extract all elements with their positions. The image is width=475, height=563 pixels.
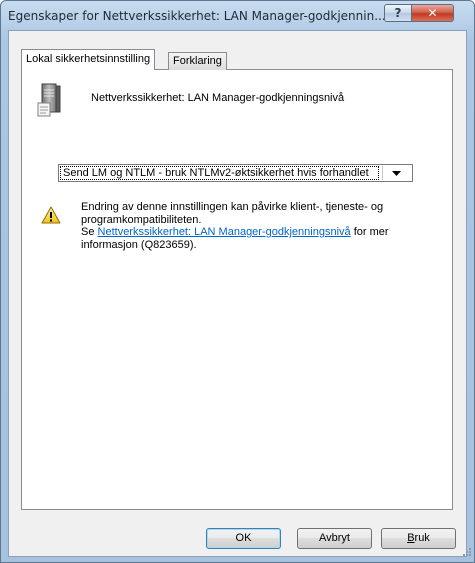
close-button[interactable]: ✕ — [411, 4, 454, 22]
window-title: Egenskaper for Nettverkssikkerhet: LAN M… — [8, 9, 386, 23]
cancel-button[interactable]: Avbryt — [297, 528, 372, 549]
selected-value: Send LM og NTLM - bruk NTLMv2-øktsikkerh… — [60, 166, 379, 180]
policy-name: Nettverkssikkerhet: LAN Manager-godkjenn… — [91, 92, 345, 104]
see-prefix: Se — [81, 226, 98, 238]
apply-access-key: B — [407, 532, 415, 544]
resize-grip-icon[interactable] — [462, 547, 472, 560]
apply-button[interactable]: Bruk — [381, 528, 456, 549]
tab-explain[interactable]: Forklaring — [168, 52, 227, 70]
tab-panel — [21, 69, 453, 510]
more-info-line: Se Nettverkssikkerhet: LAN Manager-godkj… — [81, 226, 411, 251]
policy-help-link[interactable]: Nettverkssikkerhet: LAN Manager-godkjenn… — [98, 226, 351, 238]
help-button[interactable]: ? — [384, 4, 412, 22]
ok-button[interactable]: OK — [206, 528, 281, 549]
chevron-down-icon[interactable] — [382, 166, 410, 180]
warning-icon — [41, 206, 61, 227]
apply-label-rest: ruk — [414, 532, 430, 544]
warning-message: Endring av denne innstillingen kan påvir… — [81, 201, 411, 251]
lan-manager-level-select[interactable]: Send LM og NTLM - bruk NTLMv2-øktsikkerh… — [58, 164, 413, 182]
title-bar[interactable]: Egenskaper for Nettverkssikkerhet: LAN M… — [1, 1, 474, 31]
tab-local-security-setting[interactable]: Lokal sikkerhetsinnstilling — [21, 49, 156, 70]
server-icon — [37, 83, 63, 120]
warning-text: Endring av denne innstillingen kan påvir… — [81, 201, 384, 226]
